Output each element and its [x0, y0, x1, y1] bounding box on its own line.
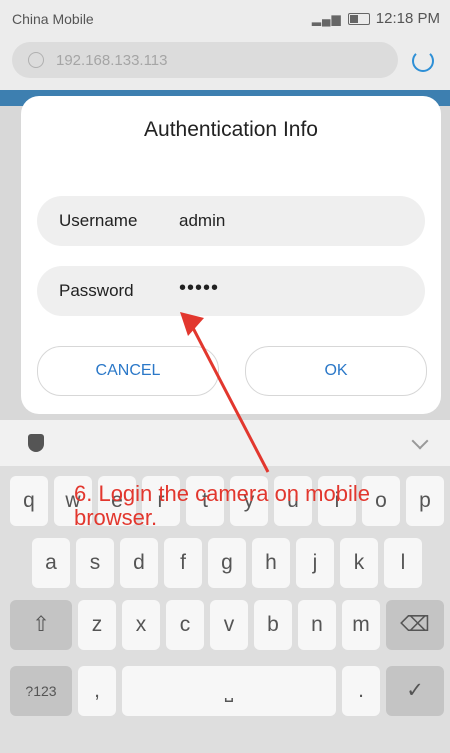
shift-icon: ⇧	[32, 613, 50, 636]
password-field[interactable]: Password •••••	[37, 266, 425, 316]
key[interactable]: m	[342, 600, 380, 650]
key[interactable]: d	[120, 538, 158, 588]
signal-icon: ▂▄▆	[311, 11, 342, 26]
carrier-name: China Mobile	[12, 11, 94, 27]
key[interactable]: n	[298, 600, 336, 650]
address-bar[interactable]: 192.168.133.113	[12, 42, 398, 78]
dialog-title: Authentication Info	[144, 118, 318, 141]
key[interactable]: h	[252, 538, 290, 588]
key[interactable]: q	[10, 476, 48, 526]
keyboard-toolbar	[0, 420, 450, 466]
key[interactable]: x	[122, 600, 160, 650]
key[interactable]: z	[78, 600, 116, 650]
key[interactable]: s	[76, 538, 114, 588]
key[interactable]: k	[340, 538, 378, 588]
status-icons: ▂▄▆ 12:18 PM	[312, 10, 440, 27]
status-bar: China Mobile ▂▄▆ 12:18 PM	[0, 0, 450, 38]
shield-icon[interactable]	[28, 434, 44, 452]
backspace-key[interactable]: ⌫	[386, 600, 444, 650]
key[interactable]: g	[208, 538, 246, 588]
clock: 12:18 PM	[375, 10, 440, 27]
key[interactable]: j	[296, 538, 334, 588]
check-icon: ✓	[406, 679, 424, 702]
backspace-icon: ⌫	[400, 613, 430, 636]
key[interactable]: f	[164, 538, 202, 588]
username-value: admin	[179, 211, 226, 230]
chevron-down-icon[interactable]	[411, 432, 429, 450]
comma-key[interactable]: ,	[78, 666, 116, 716]
key[interactable]: l	[384, 538, 422, 588]
password-label: Password	[59, 281, 134, 300]
shift-key[interactable]: ⇧	[10, 600, 72, 650]
cancel-button[interactable]: CANCEL	[37, 346, 219, 396]
url-text: 192.168.133.113	[56, 52, 168, 69]
reload-icon[interactable]	[412, 50, 434, 72]
shield-icon	[28, 52, 44, 68]
username-field[interactable]: Username admin	[37, 196, 425, 246]
annotation-caption: 6. Login the camera on mobile browser.	[74, 481, 370, 530]
symbols-key[interactable]: ?123	[10, 666, 72, 716]
key[interactable]: b	[254, 600, 292, 650]
browser-toolbar: 192.168.133.113	[0, 38, 450, 90]
auth-dialog: Authentication Info Username admin Passw…	[21, 96, 441, 414]
done-key[interactable]: ✓	[386, 666, 444, 716]
space-key[interactable]: ⎵	[122, 666, 336, 716]
key[interactable]: a	[32, 538, 70, 588]
space-icon: ⎵	[224, 679, 234, 702]
key[interactable]: c	[166, 600, 204, 650]
username-label: Username	[59, 211, 138, 230]
key[interactable]: v	[210, 600, 248, 650]
period-key[interactable]: .	[342, 666, 380, 716]
password-value: •••••	[179, 277, 220, 299]
battery-icon	[347, 12, 370, 25]
ok-button[interactable]: OK	[245, 346, 427, 396]
